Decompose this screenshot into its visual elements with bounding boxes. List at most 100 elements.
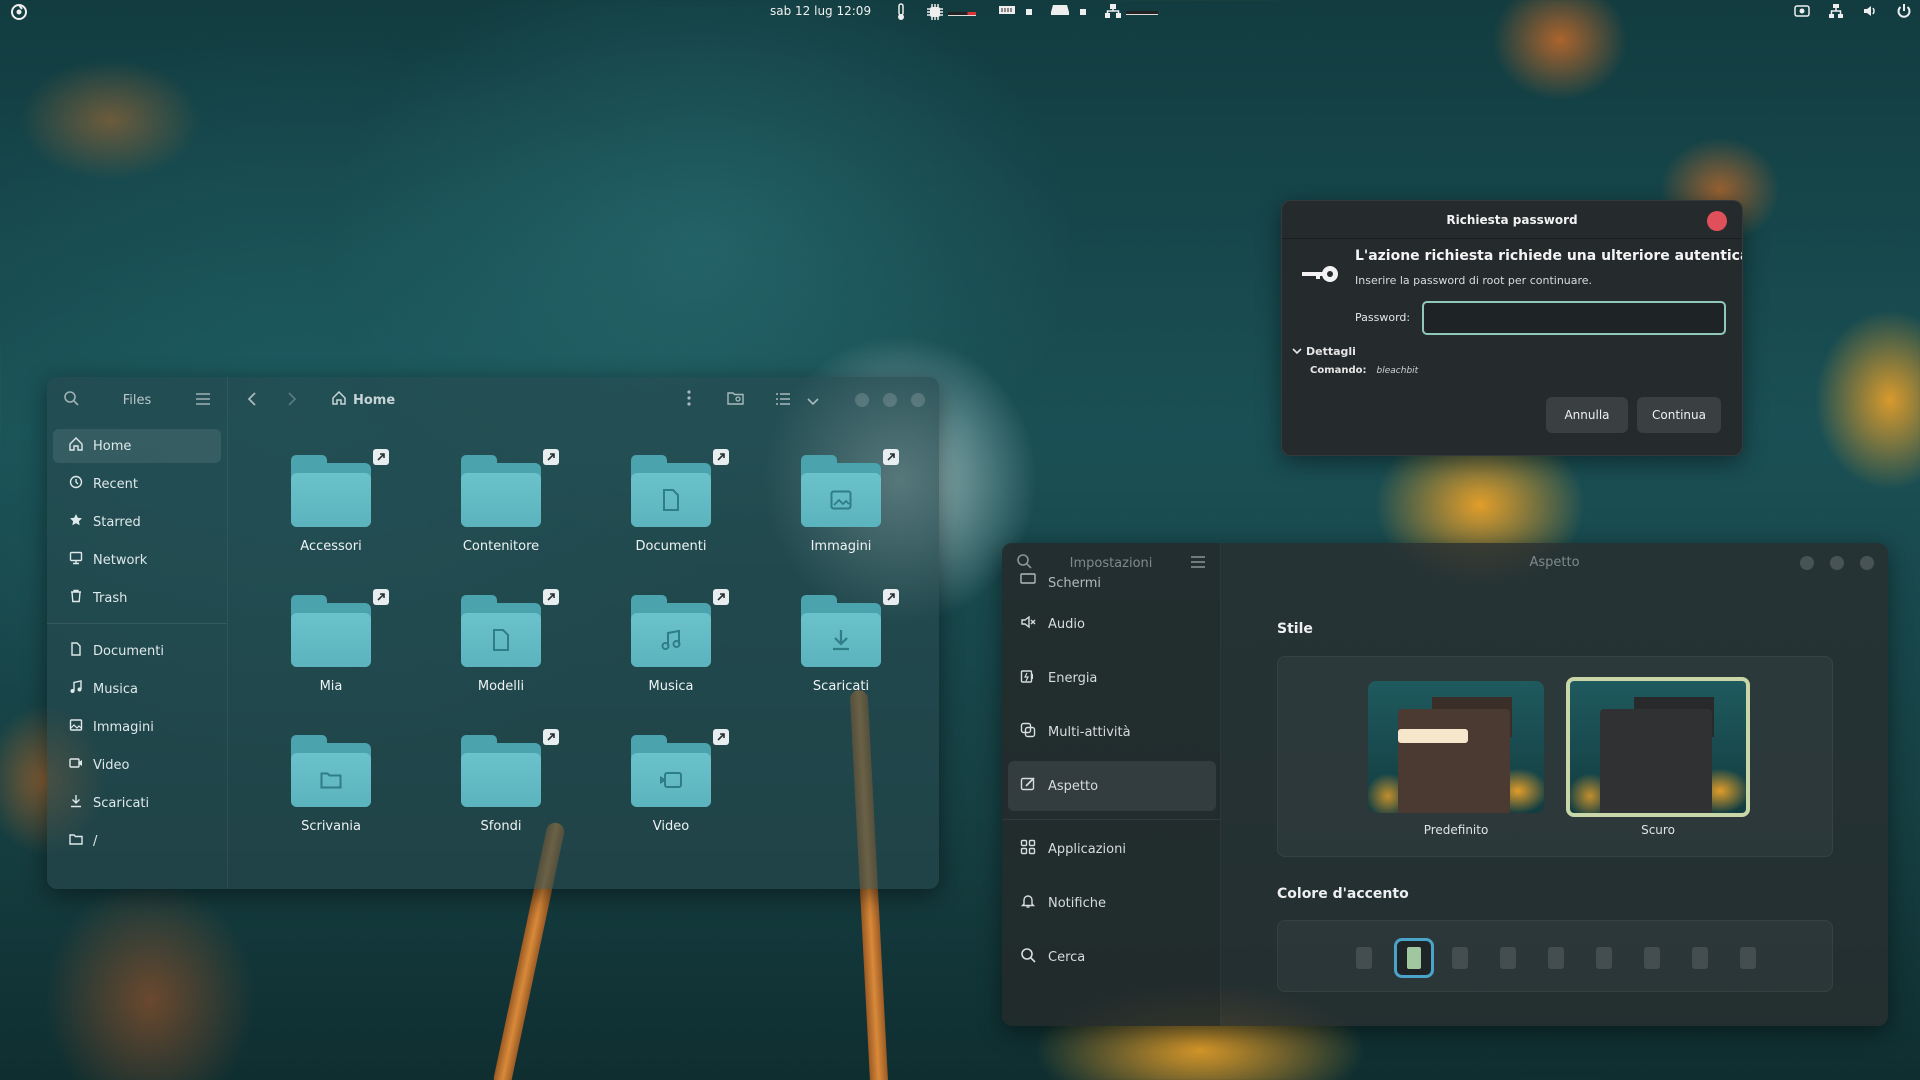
accent-swatch[interactable]	[1548, 947, 1564, 969]
sidebar-item-home[interactable]: Home	[53, 429, 221, 463]
folder-label: Mia	[319, 679, 343, 694]
folder-videos-icon	[631, 735, 711, 807]
trash-icon	[69, 589, 83, 607]
settings-item-multi-attivita[interactable]: Multi-attività	[1008, 707, 1216, 757]
folder-item[interactable]: Scaricati	[756, 589, 926, 729]
sidebar-item-root[interactable]: /	[53, 824, 221, 858]
search-icon[interactable]	[63, 390, 79, 410]
power-icon[interactable]	[1896, 3, 1912, 22]
folder-item[interactable]: Mia	[246, 589, 416, 729]
sidebar-item-network[interactable]: Network	[53, 543, 221, 577]
folder-item[interactable]: Video	[586, 729, 756, 869]
temperature-icon[interactable]	[896, 3, 906, 21]
settings-item-audio[interactable]: Audio	[1008, 599, 1216, 649]
folder-item[interactable]: Accessori	[246, 449, 416, 589]
symlink-arrow-icon	[373, 449, 389, 465]
password-input[interactable]	[1422, 301, 1726, 335]
folder-item[interactable]: Modelli	[416, 589, 586, 729]
search-folder-icon[interactable]	[727, 390, 745, 410]
memory-usage-mark	[1026, 8, 1032, 15]
disk-indicator[interactable]	[1050, 3, 1086, 20]
maximize-button[interactable]	[1830, 556, 1844, 570]
sidebar-item-trash[interactable]: Trash	[53, 581, 221, 615]
sidebar-item-recent[interactable]: Recent	[53, 467, 221, 501]
folder-downloads-icon	[801, 595, 881, 667]
sidebar-item-immagini[interactable]: Immagini	[53, 710, 221, 744]
maximize-button[interactable]	[883, 393, 897, 407]
close-button[interactable]	[1707, 211, 1727, 231]
breadcrumb[interactable]: Home	[332, 390, 395, 409]
settings-item-label: Energia	[1048, 670, 1098, 686]
style-option-default[interactable]	[1368, 681, 1544, 813]
cpu-indicator[interactable]	[926, 3, 976, 24]
cpu-icon	[926, 3, 944, 24]
settings-item-label: Multi-attività	[1048, 724, 1131, 740]
forward-arrow-icon[interactable]	[286, 391, 298, 411]
folder-item[interactable]: Scrivania	[246, 729, 416, 869]
minimize-button[interactable]	[1800, 556, 1814, 570]
close-button[interactable]	[911, 393, 925, 407]
folder-label: Video	[652, 819, 690, 834]
back-arrow-icon[interactable]	[246, 391, 258, 411]
folder-icon	[461, 735, 541, 807]
clock[interactable]: sab 12 lug 12:09	[770, 4, 871, 18]
folder-item[interactable]: Contenitore	[416, 449, 586, 589]
accent-swatch[interactable]	[1356, 947, 1372, 969]
files-toolbar-actions	[687, 390, 925, 410]
accent-swatch-selected[interactable]	[1394, 938, 1434, 978]
accent-swatch[interactable]	[1644, 947, 1660, 969]
sidebar-item-label: Recent	[93, 476, 138, 492]
settings-item-schermi[interactable]: Schermi	[1008, 569, 1216, 591]
sidebar-item-scaricati[interactable]: Scaricati	[53, 786, 221, 820]
chevron-down-icon[interactable]	[807, 391, 819, 410]
memory-indicator[interactable]	[998, 3, 1032, 20]
settings-item-applicazioni[interactable]: Applicazioni	[1008, 824, 1216, 874]
accent-swatch[interactable]	[1500, 947, 1516, 969]
settings-item-notifiche[interactable]: Notifiche	[1008, 878, 1216, 928]
download-icon	[69, 794, 83, 812]
accent-color-picker	[1277, 920, 1833, 992]
style-option-dark[interactable]	[1566, 677, 1750, 817]
accent-swatch[interactable]	[1740, 947, 1756, 969]
hamburger-menu-icon[interactable]	[195, 391, 211, 410]
folder-item[interactable]: Sfondi	[416, 729, 586, 869]
multitasking-icon	[1020, 722, 1036, 742]
system-tray	[1794, 3, 1912, 22]
settings-item-energia[interactable]: Energia	[1008, 653, 1216, 703]
screenshot-icon[interactable]	[1794, 3, 1810, 22]
cancel-button[interactable]: Annulla	[1546, 397, 1628, 433]
folder-icon	[291, 455, 371, 527]
sidebar-item-video[interactable]: Video	[53, 748, 221, 782]
folder-item[interactable]: Documenti	[586, 449, 756, 589]
sidebar-item-documenti[interactable]: Documenti	[53, 634, 221, 668]
sidebar-item-musica[interactable]: Musica	[53, 672, 221, 706]
settings-sidebar-divider	[1002, 819, 1221, 820]
wired-network-icon[interactable]	[1828, 3, 1844, 22]
disk-usage-mark	[1080, 8, 1086, 15]
details-expander[interactable]: Dettagli	[1292, 345, 1356, 358]
sidebar-item-label: Scaricati	[93, 795, 150, 811]
sidebar-item-starred[interactable]: Starred	[53, 505, 221, 539]
close-button[interactable]	[1860, 556, 1874, 570]
settings-item-cerca[interactable]: Cerca	[1008, 932, 1216, 982]
activities-logo-icon[interactable]	[10, 3, 28, 24]
folder-label: Immagini	[810, 539, 872, 554]
accent-swatch[interactable]	[1692, 947, 1708, 969]
folder-item[interactable]: Musica	[586, 589, 756, 729]
accent-swatch[interactable]	[1596, 947, 1612, 969]
folder-item[interactable]: Immagini	[756, 449, 926, 589]
image-icon	[69, 718, 83, 736]
volume-icon[interactable]	[1862, 3, 1878, 22]
folder-icon	[69, 832, 83, 850]
more-options-icon[interactable]	[687, 390, 691, 410]
continue-button[interactable]: Continua	[1637, 397, 1721, 433]
settings-item-aspetto[interactable]: Aspetto	[1008, 761, 1216, 811]
list-view-icon[interactable]	[775, 391, 791, 410]
folder-documents-icon	[631, 455, 711, 527]
network-indicator[interactable]	[1104, 3, 1158, 22]
search-icon	[1020, 947, 1036, 967]
symlink-arrow-icon	[543, 449, 559, 465]
dialog-subtitle: Inserire la password di root per continu…	[1355, 274, 1593, 287]
accent-swatch[interactable]	[1452, 947, 1468, 969]
minimize-button[interactable]	[855, 393, 869, 407]
